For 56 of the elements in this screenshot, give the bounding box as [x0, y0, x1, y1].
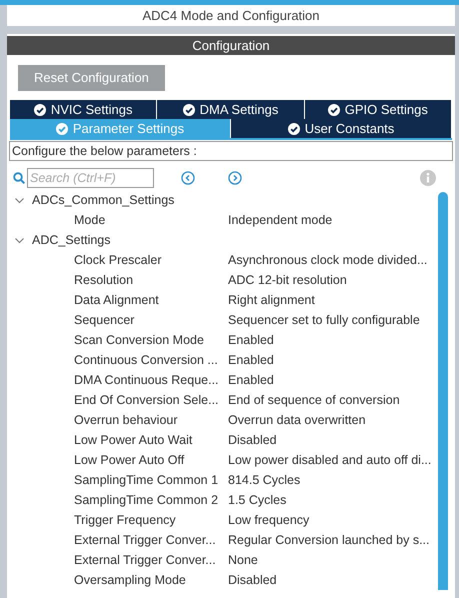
parameter-value[interactable]: Enabled — [228, 330, 274, 350]
parameter-name: Overrun behaviour — [74, 412, 178, 427]
expanded-caret-icon[interactable] — [15, 236, 24, 244]
parameter-value[interactable]: 814.5 Cycles — [228, 470, 300, 490]
previous-icon[interactable] — [181, 171, 195, 185]
group-label[interactable]: ADC_Settings — [32, 230, 111, 250]
parameter-value[interactable]: Enabled — [228, 350, 274, 370]
parameter-name: Continuous Conversion ... — [74, 352, 218, 367]
parameter-value[interactable]: ADC 12-bit resolution — [228, 270, 347, 290]
parameter-name: DMA Continuous Reque... — [74, 372, 219, 387]
search-field[interactable]: Search (Ctrl+F) — [27, 168, 154, 188]
parameter-value[interactable]: Overrun data overwritten — [228, 410, 366, 430]
parameter-name: SamplingTime Common 2 — [74, 492, 218, 507]
parameter-name: End Of Conversion Sele... — [74, 392, 219, 407]
parameter-value[interactable]: 1.5 Cycles — [228, 490, 286, 510]
check-icon — [56, 122, 68, 134]
parameter-value[interactable]: Low power disabled and auto off di... — [228, 450, 432, 470]
parameter-name: Low Power Auto Off — [74, 452, 184, 467]
check-icon — [328, 104, 340, 116]
parameter-name: External Trigger Conver... — [74, 532, 216, 547]
parameter-value[interactable]: None — [228, 550, 258, 570]
parameter-name: Clock Prescaler — [74, 252, 162, 267]
scrollbar-thumb[interactable] — [438, 192, 448, 590]
section-header: Configuration — [7, 36, 455, 55]
group-label[interactable]: ADCs_Common_Settings — [32, 190, 174, 210]
parameter-value[interactable]: Enabled — [228, 370, 274, 390]
parameter-value[interactable]: End of sequence of conversion — [228, 390, 400, 410]
parameter-value[interactable]: Low frequency — [228, 510, 310, 530]
parameter-value[interactable]: Regular Conversion launched by s... — [228, 530, 430, 550]
parameter-value[interactable]: Disabled — [228, 570, 277, 590]
parameter-name: External Trigger Conver... — [74, 552, 216, 567]
parameter-name: Scan Conversion Mode — [74, 332, 204, 347]
next-icon[interactable] — [228, 171, 242, 185]
parameter-value[interactable]: Asynchronous clock mode divided... — [228, 250, 428, 270]
parameter-name: Data Alignment — [74, 292, 159, 307]
check-icon — [288, 122, 300, 134]
parameter-value[interactable]: Disabled — [228, 430, 277, 450]
tab[interactable]: GPIO Settings — [304, 100, 452, 119]
expanded-caret-icon[interactable] — [15, 196, 24, 204]
check-icon — [182, 104, 195, 116]
parameter-name: Sequencer — [74, 312, 134, 327]
search-icon[interactable] — [13, 172, 25, 184]
parameter-value[interactable]: Independent mode — [228, 210, 332, 230]
parameter-name: Oversampling Mode — [74, 572, 186, 587]
check-icon — [34, 104, 46, 116]
instruction-field: Configure the below parameters : — [9, 141, 453, 161]
tab[interactable]: NVIC Settings — [10, 100, 158, 119]
tab[interactable]: DMA Settings — [157, 100, 305, 119]
tab[interactable]: User Constants — [231, 119, 452, 138]
parameter-value[interactable]: Right alignment — [228, 290, 315, 310]
parameter-name: Low Power Auto Wait — [74, 432, 192, 447]
parameter-name: Mode — [74, 212, 106, 227]
parameter-value[interactable]: Sequencer set to fully configurable — [228, 310, 420, 330]
parameter-name: Resolution — [74, 272, 134, 287]
parameter-name: SamplingTime Common 1 — [74, 472, 218, 487]
parameter-name: Trigger Frequency — [74, 512, 176, 527]
